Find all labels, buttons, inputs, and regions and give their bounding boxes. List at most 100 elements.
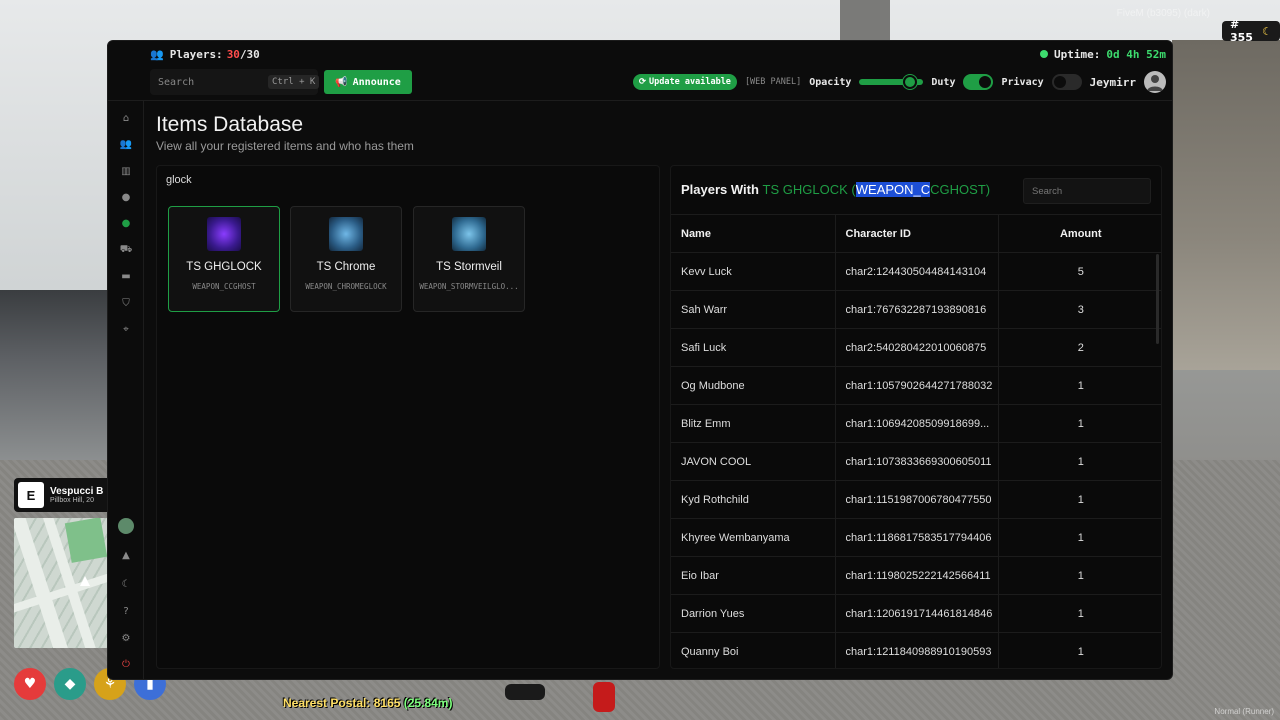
vehicle-icon[interactable]: ⛟ xyxy=(117,241,135,259)
page-title: Items Database xyxy=(156,113,304,136)
cell-name: Og Mudbone xyxy=(671,366,835,405)
user-icon xyxy=(1147,75,1163,91)
logout-icon[interactable]: ⏻ xyxy=(117,655,135,673)
shield-icon[interactable]: ⛉ xyxy=(117,294,135,312)
cell-character-id: char1:1186817583517794406 xyxy=(834,518,998,557)
opacity-slider-handle[interactable] xyxy=(903,75,918,89)
tower xyxy=(840,0,890,40)
building-right xyxy=(1172,40,1280,370)
players-table-body: Kevv Luck char2:124430504484143104 5 Sah Wa… xyxy=(671,252,1161,668)
cell-amount: 1 xyxy=(997,556,1161,595)
players-with-code[interactable]: (WEAPON_CCGHOST) xyxy=(851,182,990,197)
players-with-title: Players With TS GHGLOCK (WEAPON_CCGHOST) xyxy=(681,182,990,197)
item-code: WEAPON_STORMVEILGLO... xyxy=(419,282,519,291)
username[interactable]: Jeymirr xyxy=(1090,76,1136,89)
cell-amount: 1 xyxy=(997,480,1161,519)
items-icon[interactable]: ● xyxy=(117,214,135,232)
items-search-input[interactable] xyxy=(166,174,466,186)
cell-character-id: char1:1198025222142566411 xyxy=(834,556,998,595)
items-search[interactable] xyxy=(157,166,659,194)
cell-character-id: char1:10694208509918699... xyxy=(834,404,998,443)
library-icon[interactable]: ▥ xyxy=(117,162,135,180)
inventory-icon[interactable]: ▬ xyxy=(117,267,135,285)
postal-code: 8165 xyxy=(373,696,401,710)
duty-toggle[interactable] xyxy=(963,74,994,90)
item-card-ts-ghglock[interactable]: TS GHGLOCK WEAPON_CCGHOST xyxy=(168,206,280,312)
cell-character-id: char1:767632287193890816 xyxy=(834,290,998,329)
global-search-input[interactable] xyxy=(158,76,268,88)
uptime-label: Uptime: xyxy=(1054,47,1101,61)
users-icon[interactable]: 👥 xyxy=(117,135,135,153)
item-card-ts-stormveil[interactable]: TS Stormveil WEAPON_STORMVEILGLO... xyxy=(413,206,525,312)
avatar-icon[interactable] xyxy=(117,517,135,535)
minimap-park xyxy=(64,518,108,563)
location-icon[interactable]: ⌖ xyxy=(117,320,135,338)
col-amount[interactable]: Amount xyxy=(997,214,1161,253)
table-row[interactable]: Og Mudbone char1:1057902644271788032 1 xyxy=(671,366,1161,405)
opacity-slider[interactable] xyxy=(859,75,924,89)
global-search[interactable]: Ctrl + K xyxy=(150,69,320,95)
health-icon: ♥ xyxy=(14,668,46,700)
cell-name: JAVON COOL xyxy=(671,442,835,481)
item-card-ts-chrome[interactable]: TS Chrome WEAPON_CHROMEGLOCK xyxy=(290,206,402,312)
table-row[interactable]: Eio Ibar char1:1198025222142566411 1 xyxy=(671,556,1161,595)
table-row[interactable]: Sah Warr char1:767632287193890816 3 xyxy=(671,290,1161,329)
privacy-toggle-knob xyxy=(1053,76,1066,88)
area-name: Pillbox Hill, 20 xyxy=(50,497,94,504)
update-available-badge[interactable]: ⟳ Update available xyxy=(632,74,737,90)
cell-name: Khyree Wembanyama xyxy=(671,518,835,557)
cell-amount: 2 xyxy=(997,328,1161,367)
chat-icon[interactable]: ● xyxy=(117,188,135,206)
table-row[interactable]: Darrion Yues char1:1206191714461814846 1 xyxy=(671,594,1161,633)
moon-icon: ☾ xyxy=(1262,24,1272,38)
table-header-row: Name Character ID Amount xyxy=(671,214,1161,253)
cell-amount: 1 xyxy=(997,632,1161,668)
table-row[interactable]: Kyd Rothchild char1:1151987006780477550 1 xyxy=(671,480,1161,519)
admin-panel: 👥 Players: 30 /30 Uptime: 0d 4h 52m Ctrl… xyxy=(107,40,1173,680)
table-row[interactable]: Quanny Boi char1:1211840988910190593 1 xyxy=(671,632,1161,668)
glock-icon xyxy=(452,217,486,251)
players-search[interactable] xyxy=(1023,178,1151,204)
table-row[interactable]: Kevv Luck char2:124430504484143104 5 xyxy=(671,252,1161,291)
postal-distance: (25.84m) xyxy=(403,696,453,710)
top-bar: 👥 Players: 30 /30 Uptime: 0d 4h 52m Ctrl… xyxy=(108,41,1172,101)
players-with-prefix: Players With xyxy=(681,182,759,197)
players-current: 30 xyxy=(226,47,240,61)
web-panel-link[interactable]: [WEB PANEL] xyxy=(745,77,801,87)
table-row[interactable]: Khyree Wembanyama char1:11868175835177944… xyxy=(671,518,1161,557)
players-search-input[interactable] xyxy=(1032,185,1142,197)
table-row[interactable]: Blitz Emm char1:10694208509918699... 1 xyxy=(671,404,1161,443)
update-label: Update available xyxy=(649,77,731,87)
postal-prefix: Nearest Postal: xyxy=(283,696,371,710)
help-icon[interactable]: ? xyxy=(117,602,135,620)
shapes-icon[interactable]: ▲ xyxy=(117,546,135,564)
col-character-id[interactable]: Character ID xyxy=(834,214,998,253)
cell-name: Safi Luck xyxy=(671,328,835,367)
cell-character-id: char1:1211840988910190593 xyxy=(834,632,998,668)
cell-character-id: char1:1206191714461814846 xyxy=(834,594,998,633)
code-rest: CGHOST) xyxy=(930,182,991,197)
table-scrollbar[interactable] xyxy=(1156,254,1159,344)
players-with-pane: Players With TS GHGLOCK (WEAPON_CCGHOST)… xyxy=(670,165,1162,669)
cell-amount: 5 xyxy=(997,252,1161,291)
item-name: TS Chrome xyxy=(316,261,376,273)
col-name[interactable]: Name xyxy=(671,214,835,253)
player-arrow-icon xyxy=(80,576,90,586)
uptime-value: 0d 4h 52m xyxy=(1106,47,1166,61)
home-icon[interactable]: ⌂ xyxy=(117,109,135,127)
fivem-build-tag: FiveM (b3095) (dark) xyxy=(1116,8,1210,19)
table-row[interactable]: Safi Luck char2:540280422010060875 2 xyxy=(671,328,1161,367)
announce-button[interactable]: 📢 Announce xyxy=(324,70,412,94)
privacy-toggle[interactable] xyxy=(1051,74,1082,90)
cell-character-id: char1:1073833669300605011 xyxy=(834,442,998,481)
item-code: WEAPON_CCGHOST xyxy=(192,282,256,291)
user-avatar[interactable] xyxy=(1144,71,1166,93)
moon-icon[interactable]: ☾ xyxy=(117,575,135,593)
glock-icon xyxy=(207,217,241,251)
cell-name: Sah Warr xyxy=(671,290,835,329)
players-icon: 👥 xyxy=(150,47,164,61)
cell-name: Eio Ibar xyxy=(671,556,835,595)
street-name: Vespucci B xyxy=(50,486,104,497)
table-row[interactable]: JAVON COOL char1:1073833669300605011 1 xyxy=(671,442,1161,481)
settings-icon[interactable]: ⚙ xyxy=(117,629,135,647)
